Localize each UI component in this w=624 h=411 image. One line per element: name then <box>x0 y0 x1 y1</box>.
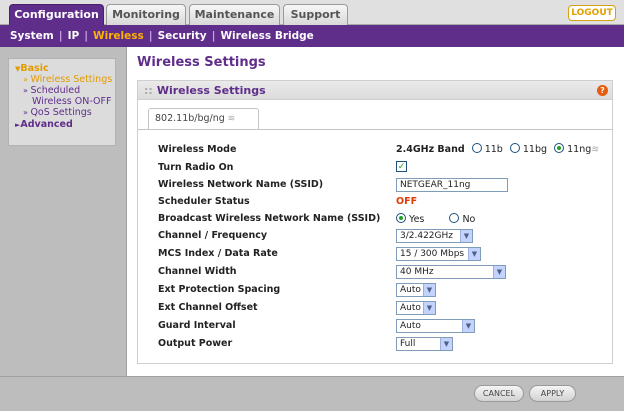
broadcast-label: Broadcast Wireless Network Name (SSID) <box>158 213 381 224</box>
row-channel: Channel / Frequency 3/2.422GHz ▼ <box>152 229 610 243</box>
chevron-down-icon: ▼ <box>460 230 472 242</box>
row-scheduler: Scheduler Status OFF <box>152 195 610 209</box>
guard-interval-select[interactable]: Auto ▼ <box>396 319 475 333</box>
radio-11bg-label: 11bg <box>522 144 548 155</box>
wireless-mode-options: 2.4GHz Band 11b 11bg 11ng≋ <box>396 143 599 155</box>
nav-separator: | <box>148 30 153 42</box>
turn-radio-on-checkbox[interactable]: ✓ <box>396 161 407 172</box>
sidebar-item-wireless-settings[interactable]: » Wireless Settings <box>15 74 115 85</box>
logout-button[interactable]: LOGOUT <box>568 5 616 21</box>
tab-configuration[interactable]: Configuration <box>9 4 104 26</box>
mcs-select[interactable]: 15 / 300 Mbps ▼ <box>396 247 481 261</box>
subnav-system[interactable]: System <box>10 30 54 42</box>
tab-support[interactable]: Support <box>283 4 348 25</box>
footer-bar: CANCEL APPLY <box>0 376 624 411</box>
tab-divider <box>138 129 612 130</box>
chevron-down-icon: ▼ <box>423 284 435 296</box>
subnav-security[interactable]: Security <box>158 30 207 42</box>
wireless-settings-panel: :: Wireless Settings ? 802.11b/bg/ng ≋ Wi… <box>137 80 613 364</box>
panel-header: :: Wireless Settings <box>138 81 612 100</box>
channel-label: Channel / Frequency <box>158 230 268 241</box>
sidebar: ▼Basic » Wireless Settings » Scheduled Wi… <box>8 58 116 146</box>
row-turn-radio-on: Turn Radio On ✓ <box>152 161 610 175</box>
row-guard-interval: Guard Interval Auto ▼ <box>152 319 610 333</box>
row-ssid: Wireless Network Name (SSID) NETGEAR_11n… <box>152 178 610 192</box>
page-title: Wireless Settings <box>137 55 266 70</box>
row-mcs: MCS Index / Data Rate 15 / 300 Mbps ▼ <box>152 247 610 261</box>
help-icon[interactable]: ? <box>597 85 608 96</box>
sidebar-item-qos-settings[interactable]: » QoS Settings <box>15 107 115 118</box>
output-power-label: Output Power <box>158 338 233 349</box>
row-channel-width: Channel Width 40 MHz ▼ <box>152 265 610 279</box>
row-ext-offset: Ext Channel Offset Auto ▼ <box>152 301 610 315</box>
band-label: 2.4GHz Band <box>396 144 465 155</box>
chevron-down-icon: ▼ <box>440 338 452 350</box>
radio-11ng-label: 11ng <box>567 144 592 155</box>
chevron-down-icon: ▼ <box>423 302 435 314</box>
chevron-down-icon: ▼ <box>462 320 474 332</box>
tab-monitoring[interactable]: Monitoring <box>106 4 186 25</box>
turn-radio-on-label: Turn Radio On <box>158 162 234 173</box>
tab-maintenance[interactable]: Maintenance <box>189 4 280 25</box>
radio-11b-label: 11b <box>484 144 503 155</box>
top-tab-bar: Configuration Monitoring Maintenance Sup… <box>0 0 624 26</box>
cancel-button[interactable]: CANCEL <box>474 385 524 402</box>
chevron-down-icon: ▼ <box>468 248 480 260</box>
subnav-ip[interactable]: IP <box>68 30 80 42</box>
channel-width-label: Channel Width <box>158 266 237 277</box>
ssid-input[interactable]: NETGEAR_11ng <box>396 178 508 192</box>
broadcast-no-label: No <box>462 214 476 225</box>
ssid-label: Wireless Network Name (SSID) <box>158 179 324 190</box>
subnav-wireless-bridge[interactable]: Wireless Bridge <box>220 30 313 42</box>
nav-separator: | <box>84 30 89 42</box>
nav-separator: | <box>58 30 63 42</box>
wifi-icon: ≋ <box>224 114 236 124</box>
guard-interval-label: Guard Interval <box>158 320 236 331</box>
sidebar-item-scheduled[interactable]: » Scheduled Wireless ON-OFF <box>15 85 115 107</box>
row-wireless-mode: Wireless Mode 2.4GHz Band 11b 11bg 11ng≋ <box>152 143 610 157</box>
row-broadcast: Broadcast Wireless Network Name (SSID) Y… <box>152 212 610 226</box>
sidebar-group-advanced[interactable]: ►Advanced <box>15 119 115 130</box>
ext-spacing-select[interactable]: Auto ▼ <box>396 283 436 297</box>
chevron-down-icon: ▼ <box>493 266 505 278</box>
subnav-wireless[interactable]: Wireless <box>93 30 144 42</box>
ext-spacing-label: Ext Protection Spacing <box>158 284 281 295</box>
main-content: Wireless Settings :: Wireless Settings ? … <box>126 47 624 376</box>
broadcast-no-radio[interactable] <box>449 213 460 223</box>
broadcast-yes-label: Yes <box>409 214 425 225</box>
row-output-power: Output Power Full ▼ <box>152 337 610 351</box>
ext-offset-label: Ext Channel Offset <box>158 302 258 313</box>
apply-button[interactable]: APPLY <box>529 385 576 402</box>
radio-11b[interactable] <box>471 143 482 153</box>
mcs-label: MCS Index / Data Rate <box>158 248 278 259</box>
radio-11bg[interactable] <box>509 143 520 153</box>
channel-width-select[interactable]: 40 MHz ▼ <box>396 265 506 279</box>
scheduler-label: Scheduler Status <box>158 196 250 207</box>
row-ext-spacing: Ext Protection Spacing Auto ▼ <box>152 283 610 297</box>
checkmark-icon: ✓ <box>397 162 406 172</box>
broadcast-yes-radio[interactable] <box>396 213 406 223</box>
wireless-mode-label: Wireless Mode <box>158 144 237 155</box>
wifi-icon: ≋ <box>591 144 600 155</box>
grip-icon: :: <box>144 84 153 97</box>
sidebar-group-basic[interactable]: ▼Basic <box>15 63 115 74</box>
nav-separator: | <box>211 30 216 42</box>
scheduler-status-value: OFF <box>396 196 418 207</box>
radio-11ng[interactable] <box>554 143 565 153</box>
channel-select[interactable]: 3/2.422GHz ▼ <box>396 229 473 243</box>
sub-navigation: System | IP | Wireless | Security | Wireless Bri… <box>0 25 624 47</box>
tab-802-11-bgn[interactable]: 802.11b/bg/ng ≋ <box>148 108 259 130</box>
output-power-select[interactable]: Full ▼ <box>396 337 453 351</box>
ext-offset-select[interactable]: Auto ▼ <box>396 301 436 315</box>
